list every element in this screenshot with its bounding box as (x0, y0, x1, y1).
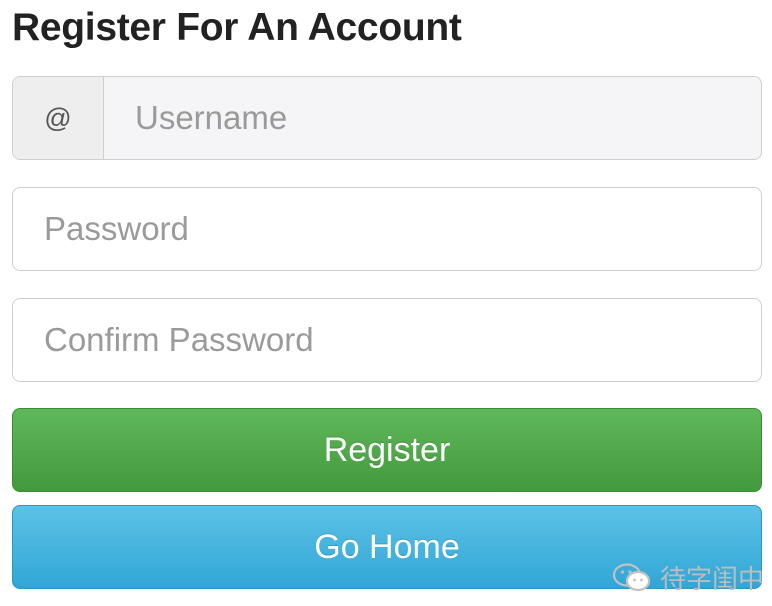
confirm-password-field (12, 298, 762, 382)
register-button[interactable]: Register (12, 408, 762, 492)
username-input[interactable] (104, 77, 761, 159)
page-title: Register For An Account (12, 6, 462, 49)
confirm-password-input[interactable] (13, 299, 761, 381)
watermark: 待字闺中 (612, 559, 764, 596)
password-field (12, 187, 762, 271)
username-field: @ (12, 76, 762, 160)
wechat-icon (612, 562, 652, 594)
password-input[interactable] (13, 188, 761, 270)
watermark-text: 待字闺中 (659, 564, 764, 594)
at-sign-addon: @ (13, 77, 104, 159)
